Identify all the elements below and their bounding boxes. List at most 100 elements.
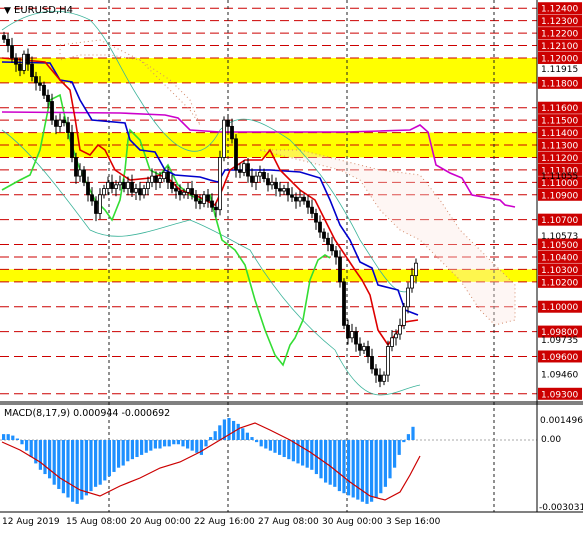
macd-bar	[218, 425, 222, 440]
candle-body	[150, 175, 154, 183]
candle-body	[314, 213, 318, 223]
time-label: 3 Sep 16:00	[386, 517, 441, 527]
macd-bar	[186, 440, 190, 449]
candle-body	[26, 53, 30, 65]
time-label: 22 Aug 16:00	[194, 517, 255, 527]
candle-body	[278, 188, 282, 192]
macd-bar	[121, 440, 125, 466]
chart-window[interactable]: 1.12400 1.12300 1.12200 1.12100 1.12000 1.118…	[0, 0, 583, 532]
candle-body	[258, 171, 262, 177]
candle-body	[358, 343, 362, 351]
macd-bar	[135, 440, 139, 458]
price-label: 1.09735	[541, 336, 578, 346]
candle-body	[370, 356, 374, 370]
candle-body	[126, 181, 130, 189]
macd-bar	[6, 434, 10, 440]
macd-bar	[176, 440, 180, 445]
macd-bar	[342, 440, 346, 494]
macd-bar	[20, 440, 24, 445]
macd-bar	[84, 440, 88, 496]
candle-body	[214, 206, 218, 211]
level-label: 1.10500	[541, 241, 578, 251]
candle-body	[86, 181, 90, 196]
candle-body	[70, 132, 74, 158]
macd-bar	[347, 440, 351, 496]
candle-body	[346, 324, 350, 339]
price-label: 1.10573	[541, 232, 578, 242]
macd-bar	[167, 440, 171, 447]
macd-scale-zero: 0.00	[541, 435, 561, 445]
candle-body	[310, 206, 314, 214]
candle-body	[94, 200, 98, 214]
level-label: 1.09300	[541, 390, 578, 400]
candle-body	[166, 171, 170, 183]
candle-body	[226, 119, 230, 127]
macd-bar	[337, 440, 341, 492]
macd-bar	[153, 440, 157, 449]
candle-body	[350, 331, 354, 339]
candle-body	[62, 119, 66, 124]
symbol-header: ▼ EURUSD,H4	[4, 5, 73, 16]
macd-bar	[172, 440, 176, 445]
macd-bar	[287, 440, 291, 460]
candle-body	[282, 188, 286, 192]
candle-body	[38, 82, 42, 86]
macd-bar	[393, 440, 397, 468]
level-label: 1.11600	[541, 104, 578, 114]
macd-bar	[75, 440, 79, 504]
macd-bar	[379, 440, 383, 494]
candle-body	[42, 84, 46, 96]
candle-body	[394, 333, 398, 339]
macd-bar	[411, 426, 415, 440]
price-label: 1.11915	[541, 65, 578, 75]
macd-bar	[370, 440, 374, 502]
candle-body	[206, 194, 210, 202]
macd-bar	[356, 440, 360, 500]
candle-body	[378, 374, 382, 382]
candle-body	[110, 181, 114, 189]
candle-body	[138, 188, 142, 196]
candle-body	[66, 122, 70, 133]
macd-bar	[227, 418, 231, 440]
candle-body	[334, 250, 338, 258]
candle-body	[294, 196, 298, 202]
symbol-label: EURUSD,H4	[14, 5, 73, 16]
level-label: 1.09600	[541, 353, 578, 363]
macd-bar	[351, 440, 355, 498]
macd-bar	[333, 440, 337, 487]
candle-body	[170, 181, 174, 189]
level-label: 1.10000	[541, 303, 578, 313]
candle-body	[354, 331, 358, 345]
macd-bar	[181, 440, 185, 447]
macd-bar	[149, 440, 153, 451]
macd-bar	[232, 420, 236, 440]
candle-body	[270, 181, 274, 186]
macd-bar	[66, 440, 70, 498]
candle-body	[130, 181, 134, 193]
macd-bar	[204, 440, 208, 447]
candle-body	[14, 57, 18, 65]
candle-body	[10, 45, 14, 59]
price-label: 1.09460	[541, 370, 578, 380]
time-label: 27 Aug 08:00	[258, 517, 319, 527]
macd-bar	[402, 440, 406, 443]
level-label: 1.12400	[541, 5, 578, 15]
macd-bar	[328, 440, 332, 485]
candle-body	[266, 178, 270, 186]
candle-body	[230, 125, 234, 140]
candle-body	[382, 374, 386, 382]
macd-bar	[130, 440, 134, 460]
macd-bar	[259, 440, 263, 447]
macd-bar	[61, 440, 65, 494]
macd-bar	[360, 440, 364, 502]
candle-body	[82, 169, 86, 183]
candle-body	[362, 346, 366, 351]
price-label: 1.11055	[541, 172, 578, 182]
price-chart[interactable]: 1.12400 1.12300 1.12200 1.12100 1.12000 1.118…	[0, 0, 583, 532]
level-label: 1.11800	[541, 79, 578, 89]
candle-body	[338, 256, 342, 283]
macd-bar	[310, 440, 314, 470]
macd-bar	[112, 440, 116, 472]
level-label: 1.12000	[541, 54, 578, 64]
macd-bar	[383, 440, 387, 487]
